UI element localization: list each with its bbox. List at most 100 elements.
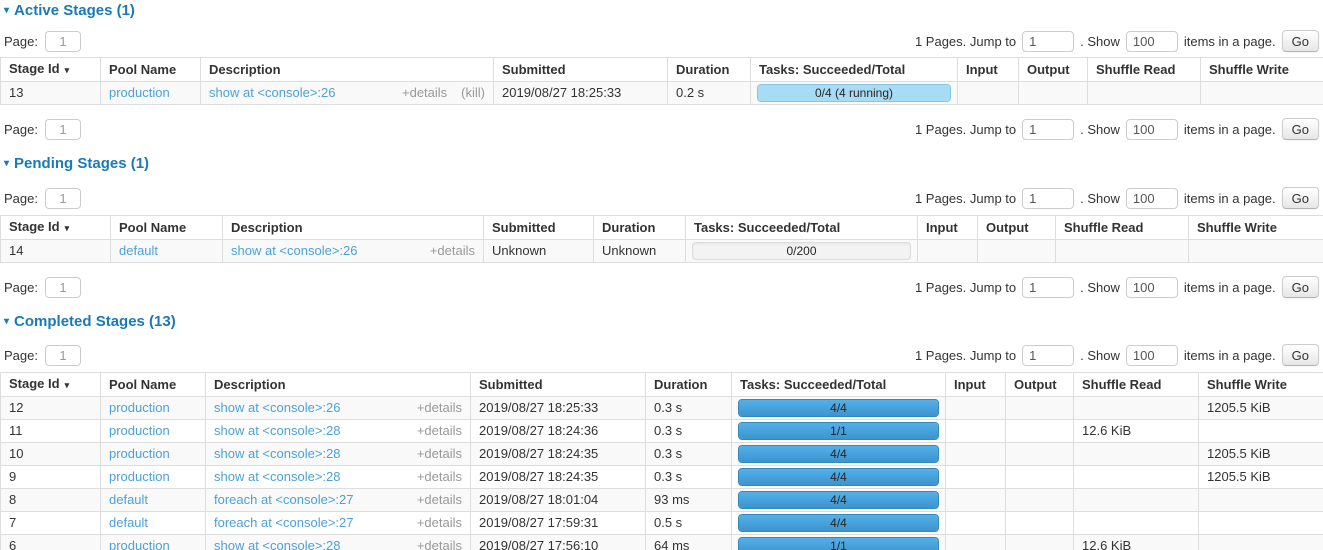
col-header-output[interactable]: Output — [1019, 58, 1088, 82]
pool-name-link[interactable]: production — [109, 423, 170, 438]
col-header-description[interactable]: Description — [206, 373, 471, 397]
details-toggle[interactable]: +details — [417, 424, 462, 438]
jump-to-page-input[interactable] — [1022, 345, 1074, 366]
description-link[interactable]: show at <console>:26 — [214, 401, 340, 415]
description-link[interactable]: show at <console>:28 — [214, 539, 340, 550]
col-header-submitted[interactable]: Submitted — [484, 216, 594, 240]
col-header-duration[interactable]: Duration — [668, 58, 751, 82]
description-cell: show at <console>:26 +details — [223, 240, 484, 263]
pages-count-text: 1 Pages. Jump to — [915, 280, 1016, 295]
pool-name-link[interactable]: production — [109, 400, 170, 415]
page-number-input[interactable] — [45, 277, 81, 298]
col-header-shuffle-read[interactable]: Shuffle Read — [1088, 58, 1201, 82]
col-header-stage-id[interactable]: Stage Id▾ — [1, 58, 101, 82]
col-header-tasks-succeeded-total[interactable]: Tasks: Succeeded/Total — [732, 373, 946, 397]
col-header-input[interactable]: Input — [918, 216, 978, 240]
col-header-shuffle-read[interactable]: Shuffle Read — [1056, 216, 1189, 240]
progress-label: 4/4 — [739, 446, 938, 462]
col-header-pool-name[interactable]: Pool Name — [111, 216, 223, 240]
items-per-page-input[interactable] — [1126, 188, 1178, 209]
description-link[interactable]: show at <console>:28 — [214, 447, 340, 461]
jump-to-page-input[interactable] — [1022, 31, 1074, 52]
tasks-cell: 4/4 — [732, 512, 946, 535]
details-toggle[interactable]: +details — [402, 86, 447, 100]
pool-name-link[interactable]: default — [119, 243, 158, 258]
col-header-tasks-succeeded-total[interactable]: Tasks: Succeeded/Total — [751, 58, 958, 82]
description-link[interactable]: foreach at <console>:27 — [214, 516, 354, 530]
details-toggle[interactable]: +details — [417, 493, 462, 507]
items-per-page-input[interactable] — [1126, 31, 1178, 52]
submitted-cell: 2019/08/27 18:01:04 — [471, 489, 646, 512]
col-header-description[interactable]: Description — [201, 58, 494, 82]
details-toggle[interactable]: +details — [417, 516, 462, 530]
col-header-stage-id[interactable]: Stage Id▾ — [1, 373, 101, 397]
go-button[interactable]: Go — [1282, 118, 1319, 140]
page-number-input[interactable] — [45, 31, 81, 52]
shuffle-read-cell — [1074, 512, 1199, 535]
pages-count-text: 1 Pages. Jump to — [915, 34, 1016, 49]
details-toggle[interactable]: +details — [417, 539, 462, 550]
kill-link[interactable]: (kill) — [461, 86, 485, 100]
pool-name-link[interactable]: production — [109, 85, 170, 100]
col-header-submitted[interactable]: Submitted — [471, 373, 646, 397]
col-header-input[interactable]: Input — [946, 373, 1006, 397]
description-link[interactable]: show at <console>:28 — [214, 424, 340, 438]
col-header-output[interactable]: Output — [978, 216, 1056, 240]
jump-to-page-input[interactable] — [1022, 277, 1074, 298]
description-link[interactable]: show at <console>:26 — [231, 244, 357, 258]
col-header-stage-id[interactable]: Stage Id▾ — [1, 216, 111, 240]
tasks-cell: 4/4 — [732, 466, 946, 489]
col-header-shuffle-write[interactable]: Shuffle Write — [1199, 373, 1323, 397]
go-button[interactable]: Go — [1282, 344, 1319, 366]
pool-name-link[interactable]: default — [109, 492, 148, 507]
page-number-input[interactable] — [45, 188, 81, 209]
stage-row: 10productionshow at <console>:28+details… — [1, 443, 1323, 466]
jump-to-page-input[interactable] — [1022, 119, 1074, 140]
page-number-input[interactable] — [45, 345, 81, 366]
section-heading-active-stages[interactable]: ▾ Active Stages (1) — [4, 2, 1323, 19]
section-heading-completed-stages[interactable]: ▾ Completed Stages (13) — [4, 313, 1323, 330]
col-header-tasks-succeeded-total[interactable]: Tasks: Succeeded/Total — [686, 216, 918, 240]
col-header-shuffle-write[interactable]: Shuffle Write — [1189, 216, 1323, 240]
duration-cell: 0.2 s — [668, 82, 751, 105]
shuffle-write-cell — [1199, 420, 1323, 443]
col-header-description[interactable]: Description — [223, 216, 484, 240]
description-link[interactable]: show at <console>:26 — [209, 86, 335, 100]
col-header-output[interactable]: Output — [1006, 373, 1074, 397]
description-link[interactable]: show at <console>:28 — [214, 470, 340, 484]
items-per-page-input[interactable] — [1126, 277, 1178, 298]
items-per-page-input[interactable] — [1126, 345, 1178, 366]
page-number-input[interactable] — [45, 119, 81, 140]
description-content: show at <console>:28 +details — [214, 470, 462, 484]
description-link[interactable]: foreach at <console>:27 — [214, 493, 354, 507]
col-header-duration[interactable]: Duration — [594, 216, 686, 240]
pool-name-link[interactable]: default — [109, 515, 148, 530]
jump-to-page-input[interactable] — [1022, 188, 1074, 209]
col-header-pool-name[interactable]: Pool Name — [101, 58, 201, 82]
collapse-arrow-icon: ▾ — [4, 6, 9, 16]
col-header-shuffle-write[interactable]: Shuffle Write — [1201, 58, 1323, 82]
items-per-page-input[interactable] — [1126, 119, 1178, 140]
go-button[interactable]: Go — [1282, 187, 1319, 209]
pool-name-link[interactable]: production — [109, 446, 170, 461]
col-header-duration[interactable]: Duration — [646, 373, 732, 397]
details-toggle[interactable]: +details — [417, 470, 462, 484]
submitted-cell: 2019/08/27 18:25:33 — [471, 397, 646, 420]
section-title: Active Stages (1) — [14, 2, 135, 19]
col-header-shuffle-read[interactable]: Shuffle Read — [1074, 373, 1199, 397]
details-toggle[interactable]: +details — [417, 401, 462, 415]
details-toggle[interactable]: +details — [430, 244, 475, 258]
go-button[interactable]: Go — [1282, 276, 1319, 298]
col-header-pool-name[interactable]: Pool Name — [101, 373, 206, 397]
col-header-input[interactable]: Input — [958, 58, 1019, 82]
pool-name-link[interactable]: production — [109, 469, 170, 484]
go-button[interactable]: Go — [1282, 30, 1319, 52]
col-header-submitted[interactable]: Submitted — [494, 58, 668, 82]
section-heading-pending-stages[interactable]: ▾ Pending Stages (1) — [4, 155, 1323, 172]
collapse-arrow-icon: ▾ — [4, 159, 9, 169]
details-toggle[interactable]: +details — [417, 447, 462, 461]
items-per-page-label: items in a page. — [1184, 191, 1276, 206]
pool-name-link[interactable]: production — [109, 538, 170, 550]
description-cell: show at <console>:26 +details — [206, 397, 471, 420]
description-cell: show at <console>:28 +details — [206, 466, 471, 489]
